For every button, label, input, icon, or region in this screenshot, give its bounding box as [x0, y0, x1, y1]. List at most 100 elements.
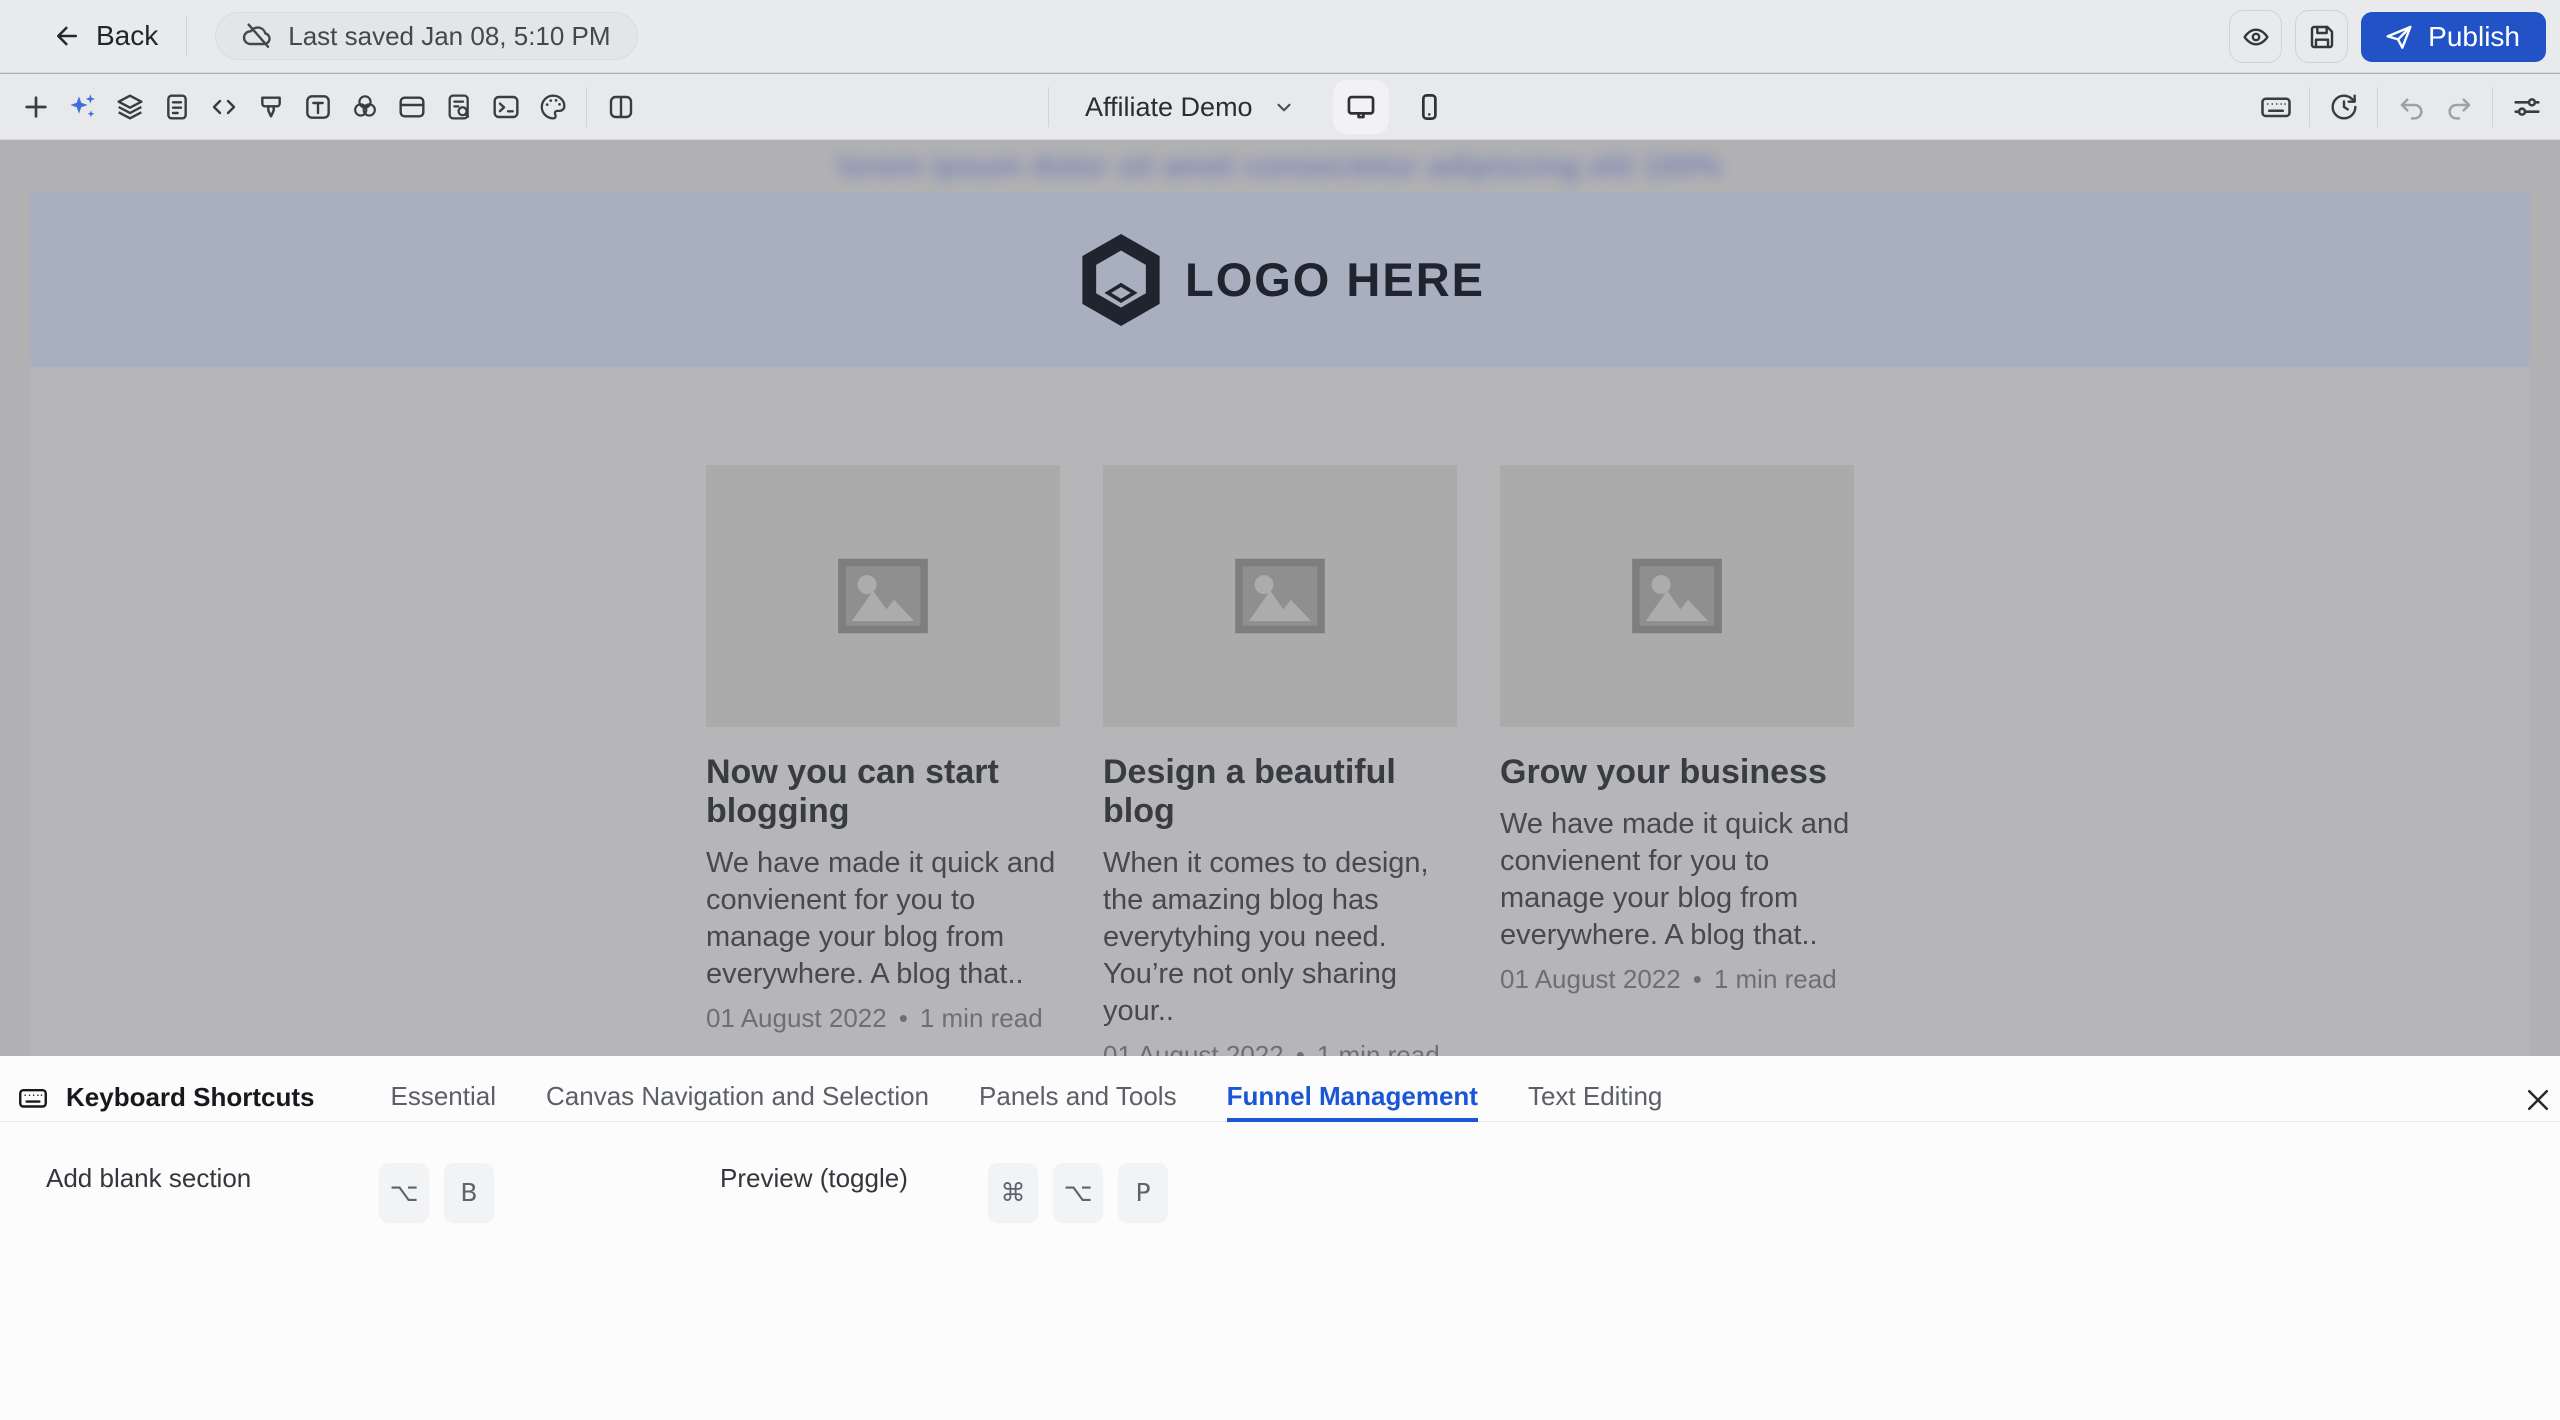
keycap-option: ⌥ — [379, 1163, 429, 1222]
image-placeholder — [1500, 465, 1854, 727]
back-label: Back — [96, 20, 158, 52]
blog-card-readtime: 1 min read — [920, 1003, 1043, 1034]
publish-label: Publish — [2428, 21, 2520, 53]
keycap-p: P — [1118, 1163, 1168, 1222]
keyboard-shortcuts-button[interactable] — [2252, 82, 2299, 132]
blog-card[interactable]: Design a beautiful blog When it comes to… — [1103, 465, 1457, 1056]
blog-card-excerpt: We have made it quick and convienent for… — [706, 845, 1060, 993]
shortcuts-panel-title: Keyboard Shortcuts — [16, 1081, 315, 1115]
split-panel-icon — [605, 91, 637, 123]
image-placeholder-icon — [1631, 558, 1723, 634]
save-button[interactable] — [2295, 10, 2348, 63]
blog-card-meta: 01 August 2022 • 1 min read — [1500, 964, 1854, 995]
tab-text-editing[interactable]: Text Editing — [1528, 1075, 1662, 1122]
blog-card-title[interactable]: Now you can start blogging — [706, 753, 1060, 831]
redo-icon — [2443, 91, 2475, 123]
keycap-b: B — [444, 1163, 494, 1222]
page-selector-dropdown[interactable]: Affiliate Demo — [1085, 92, 1297, 123]
blog-card-readtime: 1 min read — [1317, 1040, 1440, 1056]
editor-canvas[interactable]: lorem ipsum dolor sit amet consectetur a… — [0, 140, 2560, 1056]
blend-circles-icon — [349, 91, 381, 123]
divider — [1048, 87, 1049, 127]
logo-text: LOGO HERE — [1185, 252, 1485, 307]
plus-icon — [20, 91, 52, 123]
send-icon — [2383, 21, 2415, 53]
blog-card-date: 01 August 2022 — [1500, 964, 1681, 995]
keycap-option: ⌥ — [1053, 1163, 1103, 1222]
save-icon — [2306, 21, 2338, 53]
palette-button[interactable] — [529, 82, 576, 132]
mobile-icon — [1412, 90, 1446, 124]
palette-icon — [537, 91, 569, 123]
top-bar: Back Last saved Jan 08, 5:10 PM Publish — [0, 0, 2560, 73]
text-icon — [302, 91, 334, 123]
eye-icon — [2240, 21, 2272, 53]
blog-card-title[interactable]: Design a beautiful blog — [1103, 753, 1457, 831]
blog-card-date: 01 August 2022 — [1103, 1040, 1284, 1056]
image-placeholder-icon — [1234, 558, 1326, 634]
settings-sliders-button[interactable] — [2503, 82, 2550, 132]
layers-icon — [114, 91, 146, 123]
autosave-status-badge: Last saved Jan 08, 5:10 PM — [215, 12, 637, 60]
shortcut-label: Preview (toggle) — [720, 1163, 908, 1194]
blog-section[interactable]: Now you can start blogging We have made … — [30, 367, 2530, 1056]
blog-card[interactable]: Grow your business We have made it quick… — [1500, 465, 1854, 1056]
blog-card-readtime: 1 min read — [1714, 964, 1837, 995]
blog-card-meta: 01 August 2022 • 1 min read — [706, 1003, 1060, 1034]
cloud-off-icon — [242, 20, 274, 52]
blend-button[interactable] — [341, 82, 388, 132]
page-header-band[interactable]: LOGO HERE — [30, 192, 2530, 367]
blog-card[interactable]: Now you can start blogging We have made … — [706, 465, 1060, 1056]
close-panel-button[interactable] — [2516, 1078, 2560, 1122]
back-button[interactable]: Back — [52, 20, 158, 52]
window-sections-button[interactable] — [388, 82, 435, 132]
shortcuts-title-text: Keyboard Shortcuts — [66, 1082, 315, 1113]
style-brush-button[interactable] — [247, 82, 294, 132]
tab-panels-tools[interactable]: Panels and Tools — [979, 1075, 1177, 1122]
shortcut-keys: ⌥ B — [379, 1163, 494, 1222]
desktop-view-button[interactable] — [1333, 80, 1389, 134]
blog-card-date: 01 August 2022 — [706, 1003, 887, 1034]
tab-essential[interactable]: Essential — [391, 1075, 497, 1122]
text-tool-button[interactable] — [294, 82, 341, 132]
divider — [2492, 87, 2493, 127]
brush-icon — [255, 91, 287, 123]
notes-button[interactable] — [153, 82, 200, 132]
page-search-button[interactable] — [435, 82, 482, 132]
tab-canvas-navigation[interactable]: Canvas Navigation and Selection — [546, 1075, 929, 1122]
undo-button[interactable] — [2388, 82, 2435, 132]
meta-separator: • — [899, 1003, 908, 1034]
meta-separator: • — [1296, 1040, 1305, 1056]
image-placeholder — [1103, 465, 1457, 727]
layers-button[interactable] — [106, 82, 153, 132]
keyboard-icon — [2258, 89, 2294, 125]
toggle-panel-button[interactable] — [597, 82, 644, 132]
notes-icon — [161, 91, 193, 123]
terminal-button[interactable] — [482, 82, 529, 132]
terminal-icon — [490, 91, 522, 123]
code-button[interactable] — [200, 82, 247, 132]
image-placeholder-icon — [837, 558, 929, 634]
site-logo: LOGO HERE — [1075, 232, 1485, 328]
code-icon — [208, 91, 240, 123]
tab-funnel-management[interactable]: Funnel Management — [1227, 1075, 1478, 1122]
desktop-icon — [1344, 90, 1378, 124]
publish-button[interactable]: Publish — [2361, 12, 2546, 62]
logo-hexagon-icon — [1075, 232, 1167, 328]
clipped-blurred-text: lorem ipsum dolor sit amet consectetur a… — [0, 148, 2560, 184]
back-arrow-icon — [52, 21, 82, 51]
history-button[interactable] — [2320, 82, 2367, 132]
close-icon — [2523, 1085, 2553, 1115]
mobile-view-button[interactable] — [1401, 80, 1457, 134]
shortcuts-tab-row: Keyboard Shortcuts Essential Canvas Navi… — [0, 1074, 2560, 1122]
blog-card-title[interactable]: Grow your business — [1500, 753, 1854, 792]
redo-button[interactable] — [2435, 82, 2482, 132]
ai-assistant-button[interactable] — [59, 82, 106, 132]
divider — [186, 16, 187, 56]
saved-status-text: Last saved Jan 08, 5:10 PM — [288, 21, 610, 52]
meta-separator: • — [1693, 964, 1702, 995]
shortcut-row: Add blank section ⌥ B — [46, 1163, 546, 1194]
add-element-button[interactable] — [12, 82, 59, 132]
shortcut-keys: ⌘ ⌥ P — [988, 1163, 1168, 1222]
preview-eye-button[interactable] — [2229, 10, 2282, 63]
